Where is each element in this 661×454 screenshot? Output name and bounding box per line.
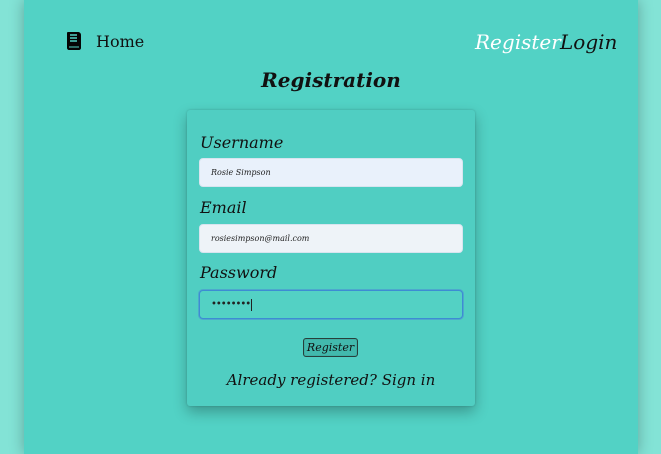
register-nav-link[interactable]: Register: [475, 30, 561, 54]
registration-form-card: [187, 110, 475, 406]
login-nav-link[interactable]: Login: [560, 30, 617, 54]
home-link[interactable]: Home: [96, 32, 144, 51]
home-brand-link[interactable]: Home: [66, 31, 144, 51]
text-cursor: [251, 298, 253, 311]
password-masked-value: ••••••••: [211, 299, 251, 310]
email-label: Email: [200, 198, 247, 217]
password-label: Password: [200, 263, 278, 282]
sign-in-link[interactable]: Already registered? Sign in: [24, 370, 638, 390]
username-label: Username: [200, 133, 284, 152]
password-input[interactable]: ••••••••: [199, 290, 463, 319]
email-input[interactable]: rosiesimpson@mail.com: [199, 224, 463, 253]
page-title: Registration: [261, 68, 401, 92]
username-input[interactable]: Rosie Simpson: [199, 158, 463, 187]
book-icon: [67, 32, 81, 50]
register-submit-button[interactable]: Register: [303, 338, 358, 357]
registration-page: Home Register Login Registration Usernam…: [24, 0, 638, 454]
